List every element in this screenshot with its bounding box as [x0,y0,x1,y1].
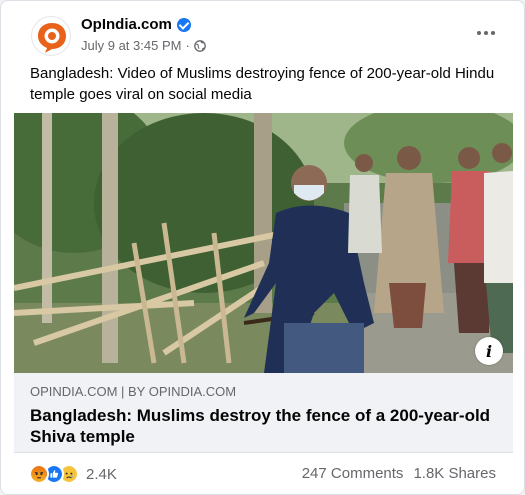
post-footer: 2.4K 247 Comments 1.8K Shares [1,453,524,494]
angry-reaction-icon [29,464,49,484]
comments-count[interactable]: 247 Comments [302,465,404,482]
post-card: OpIndia.com July 9 at 3:45 PM · Banglade… [0,0,525,495]
opindia-logo-icon [38,23,66,53]
more-options-button[interactable] [472,19,500,47]
page-name-link[interactable]: OpIndia.com [81,16,191,33]
fence-photo [14,113,513,373]
link-preview-image[interactable]: i [14,113,513,373]
angry-reaction-face [31,466,47,482]
more-options-dot [491,31,495,35]
post-stats: 247 Comments 1.8K Shares [302,465,496,482]
shares-count[interactable]: 1.8K Shares [413,465,496,482]
page-name[interactable]: OpIndia.com [81,16,172,33]
verified-badge-icon [176,17,191,32]
reaction-count[interactable]: 2.4K [86,466,117,483]
reactions-summary[interactable]: 2.4K [29,464,117,484]
info-icon: i [485,341,493,361]
more-options-icon [477,31,481,35]
info-button[interactable]: i [475,337,503,365]
more-options-dot [484,31,488,35]
page-avatar[interactable] [31,16,71,56]
globe-icon [193,39,206,52]
link-title[interactable]: Bangladesh: Muslims destroy the fence of… [30,405,500,447]
post-caption: Bangladesh: Video of Muslims destroying … [30,65,495,103]
link-domain: OPINDIA.COM | BY OPINDIA.COM [30,384,237,399]
post-meta: July 9 at 3:45 PM · [81,38,206,53]
link-preview[interactable]: OPINDIA.COM | BY OPINDIA.COM Bangladesh:… [14,373,513,453]
meta-separator: · [185,38,190,53]
post-header: OpIndia.com July 9 at 3:45 PM · [1,1,524,63]
post-timestamp[interactable]: July 9 at 3:45 PM [81,38,181,53]
